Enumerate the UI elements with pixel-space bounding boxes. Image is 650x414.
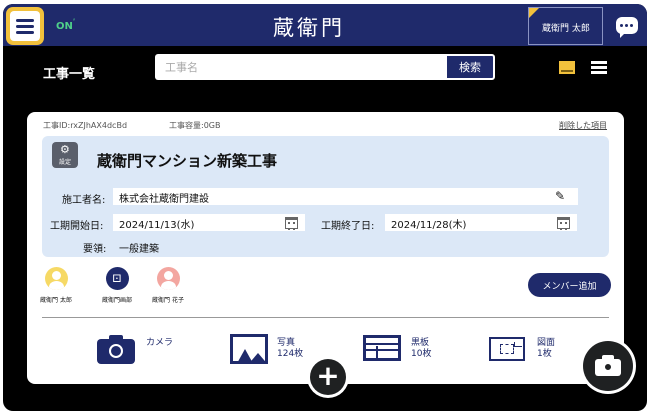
project-storage: 工事容量:0GB	[169, 121, 221, 130]
photos-count: 124枚	[277, 349, 304, 359]
blackboard-icon[interactable]	[363, 335, 401, 361]
settings-button[interactable]: ⚙ 設定	[52, 142, 78, 168]
photos-label[interactable]: 写真	[277, 338, 295, 349]
member-name: 蔵衛門 花子	[152, 297, 184, 304]
calendar-icon[interactable]	[285, 217, 298, 230]
drawings-label[interactable]: 図面	[537, 338, 555, 349]
add-button[interactable]: +	[307, 356, 349, 398]
end-date-label: 工期終了日:	[321, 221, 375, 232]
user-corner-marker	[529, 8, 539, 18]
chat-button[interactable]	[606, 4, 647, 46]
member-name: 蔵衛門画部	[101, 297, 132, 304]
start-date-label: 工期開始日:	[50, 221, 104, 232]
page-title: 工事一覧	[43, 67, 96, 82]
camera-icon	[583, 341, 633, 391]
add-member-button[interactable]: メンバー追加	[528, 273, 611, 297]
plus-icon: +	[310, 359, 346, 395]
start-date-field[interactable]: 2024/11/13(水)	[113, 214, 305, 231]
user-menu[interactable]: 蔵衛門 太郎	[528, 7, 603, 45]
builder-field[interactable]: 株式会社蔵衛門建設	[113, 188, 578, 205]
connection-status: ONʹ	[56, 18, 76, 32]
app-logo: 蔵衛門	[273, 16, 345, 40]
avatar	[156, 267, 180, 290]
top-bar: ONʹ 蔵衛門 蔵衛門 太郎	[3, 4, 647, 46]
user-name: 蔵衛門 太郎	[542, 24, 590, 34]
search-button[interactable]: 検索	[445, 54, 495, 80]
menu-button[interactable]	[6, 7, 44, 45]
project-id: 工事ID:rxZJhAX4dcBd	[43, 121, 128, 130]
drawings-count: 1枚	[537, 349, 552, 359]
member-item[interactable]: 蔵衛門 花子	[145, 267, 191, 304]
boards-count: 10枚	[411, 349, 432, 359]
divider	[42, 317, 609, 318]
photo-icon[interactable]	[230, 334, 268, 364]
deleted-items-link[interactable]: 削除した項目	[559, 120, 607, 131]
camera-label[interactable]: カメラ	[146, 338, 173, 349]
drawing-icon[interactable]	[489, 337, 525, 361]
builder-label: 施工者名:	[62, 195, 106, 206]
search-input[interactable]	[155, 54, 445, 80]
app-screen: ONʹ 蔵衛門 蔵衛門 太郎 工事一覧 検索 工事ID:rxZJhAX4dcBd…	[3, 4, 647, 411]
signal-icon: ʹ	[72, 18, 76, 27]
gear-icon: ⚙	[60, 143, 70, 156]
member-name: 蔵衛門 太郎	[40, 297, 72, 304]
list-view-icon[interactable]	[591, 61, 607, 74]
camera-icon[interactable]	[97, 335, 135, 364]
summary-label: 要領:	[83, 244, 107, 255]
edit-pencil-icon[interactable]: ✎	[555, 189, 565, 203]
camera-fab-button[interactable]	[580, 338, 636, 394]
summary-value: 一般建築	[119, 244, 159, 255]
boards-label[interactable]: 黒板	[411, 338, 429, 349]
project-title: 蔵衛門マンション新築工事	[97, 152, 278, 170]
calendar-icon[interactable]	[557, 217, 570, 230]
project-card: 工事ID:rxZJhAX4dcBd 工事容量:0GB 削除した項目 ⚙ 設定 蔵…	[27, 112, 624, 384]
member-item[interactable]: 蔵衛門 太郎	[33, 267, 79, 304]
settings-label: 設定	[58, 159, 71, 166]
avatar	[44, 267, 68, 290]
end-date-field[interactable]: 2024/11/28(木)	[385, 214, 577, 231]
hamburger-icon	[10, 11, 40, 41]
card-view-icon[interactable]	[559, 61, 575, 74]
chat-icon	[615, 16, 638, 38]
project-info-panel: ⚙ 設定 蔵衛門マンション新築工事 施工者名: 株式会社蔵衛門建設 ✎ 工期開始…	[42, 136, 609, 257]
company-logo-avatar: ⊡	[105, 267, 129, 290]
member-item[interactable]: ⊡ 蔵衛門画部	[94, 267, 140, 304]
